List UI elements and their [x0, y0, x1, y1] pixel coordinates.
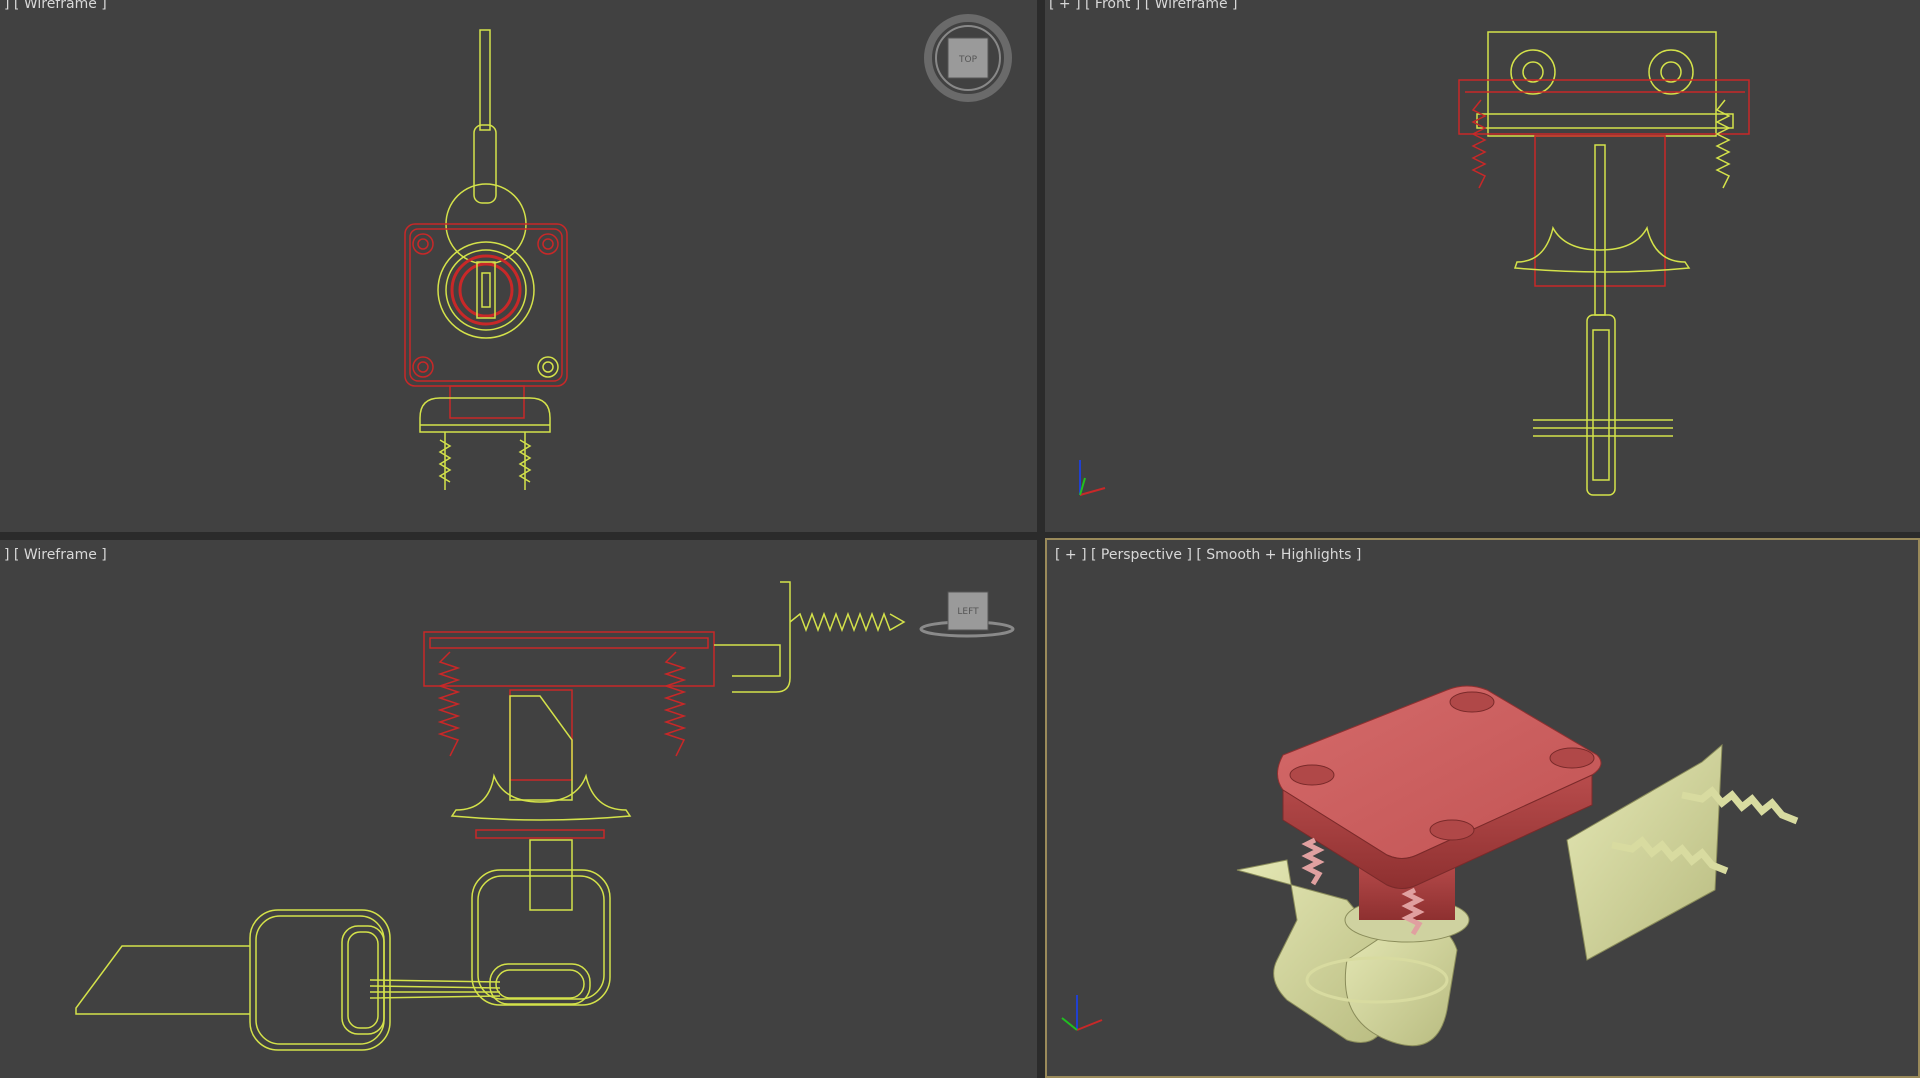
axis-tripod-icon [1079, 460, 1106, 496]
svg-text:TOP: TOP [958, 55, 978, 65]
top-wireframe-drawing: TOP [404, 14, 1012, 490]
perspective-render [1061, 685, 1799, 1047]
viewcube-top-icon: TOP [924, 14, 1012, 102]
viewport-left[interactable]: ] [ Wireframe ] LEFT [0, 540, 1037, 1078]
axis-tripod-icon [1061, 995, 1103, 1031]
viewport-perspective[interactable]: [ + ] [ Perspective ] [ Smooth + Highlig… [1045, 538, 1920, 1078]
svg-text:LEFT: LEFT [957, 607, 979, 617]
left-wireframe-drawing: LEFT [75, 581, 1015, 1051]
viewport-front[interactable]: [ + ] [ Front ] [ Wireframe ] [1045, 0, 1920, 532]
front-wireframe-drawing [1079, 31, 1750, 496]
viewcube-left-icon: LEFT [919, 591, 1015, 638]
viewport-top[interactable]: ] [ Wireframe ] TOP [0, 0, 1037, 532]
viewport-layout: ] [ Wireframe ] TOP [+] [Front] [Wi… [0, 0, 1920, 1078]
